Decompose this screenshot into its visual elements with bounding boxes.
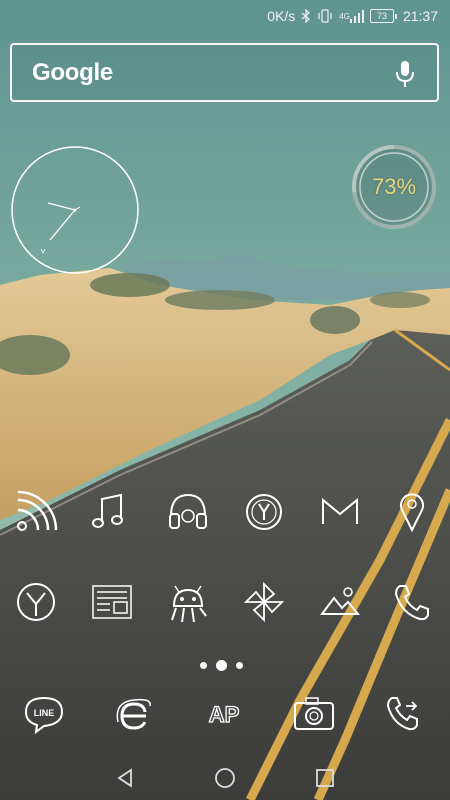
mic-icon[interactable] xyxy=(393,59,417,89)
yandex-app-icon[interactable] xyxy=(242,490,286,534)
rss-app-icon[interactable] xyxy=(14,490,58,534)
page-dot-1[interactable] xyxy=(200,662,207,669)
call-forward-app-icon[interactable] xyxy=(382,692,426,736)
clock-time: 21:37 xyxy=(402,8,438,24)
line-app-icon[interactable]: LINE xyxy=(22,692,66,736)
ap-label: AP xyxy=(209,702,240,727)
back-icon[interactable] xyxy=(111,764,139,792)
battery-level: 73 xyxy=(369,9,394,23)
home-icon[interactable] xyxy=(211,764,239,792)
page-dot-2-active[interactable] xyxy=(216,660,227,671)
camera-app-icon[interactable] xyxy=(292,692,336,736)
clock-minute-hand xyxy=(49,209,76,241)
wallpaper xyxy=(0,0,450,800)
battery-percent-widget[interactable]: 73% xyxy=(351,144,437,230)
analog-clock-widget[interactable] xyxy=(10,145,140,275)
phone-app-icon[interactable] xyxy=(390,580,434,624)
signal-type: 4G xyxy=(339,11,350,21)
line-label: LINE xyxy=(34,708,55,718)
net-speed: 0K/s xyxy=(267,8,296,24)
android-app-icon[interactable] xyxy=(166,580,210,624)
status-bar: 0K/s 4G 73 21:37 xyxy=(0,0,450,32)
battery-icon: 73 xyxy=(369,9,397,23)
google-logo: Google xyxy=(32,59,113,86)
news-app-icon[interactable] xyxy=(90,580,134,624)
page-indicator[interactable] xyxy=(200,660,243,671)
ie-app-icon[interactable] xyxy=(112,692,156,736)
pinwheel-app-icon[interactable] xyxy=(242,580,286,624)
music-app-icon[interactable] xyxy=(88,490,132,534)
vibrate-icon xyxy=(317,9,333,23)
clock-hour-hand xyxy=(47,202,76,211)
gallery-app-icon[interactable] xyxy=(318,580,362,624)
page-dot-3[interactable] xyxy=(236,662,243,669)
google-search-bar[interactable]: Google xyxy=(10,43,439,102)
ap-app-icon[interactable]: AP xyxy=(202,692,246,736)
recents-icon[interactable] xyxy=(311,764,339,792)
signal-icon: 4G xyxy=(339,9,364,23)
headphones-app-icon[interactable] xyxy=(166,490,210,534)
battery-percent-label: 73% xyxy=(371,174,417,199)
yandex-browser-app-icon[interactable] xyxy=(14,580,58,624)
bluetooth-icon xyxy=(301,9,311,23)
maps-pin-app-icon[interactable] xyxy=(390,490,434,534)
gmail-app-icon[interactable] xyxy=(318,490,362,534)
